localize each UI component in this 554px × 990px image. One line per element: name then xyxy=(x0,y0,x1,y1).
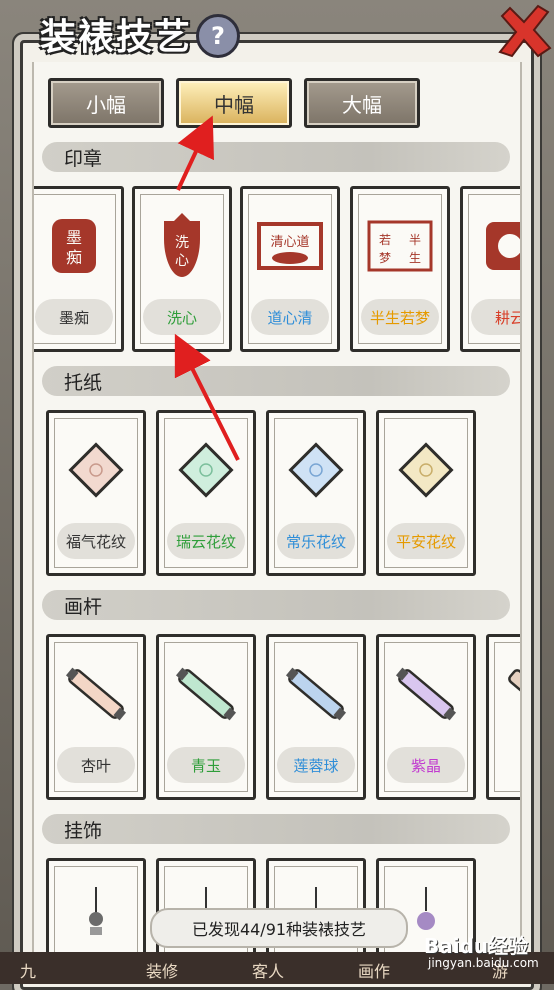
scroll-area[interactable]: 小幅 中幅 大幅 印章 墨痴 墨痴 洗心 洗心 清心道 道心清 若梦 半生 半生若… xyxy=(32,62,522,982)
tab-large[interactable]: 大幅 xyxy=(304,78,420,128)
rod-name: 莲蓉球 xyxy=(277,747,355,783)
seal-name: 半生若梦 xyxy=(361,299,439,335)
paper-name: 瑞云花纹 xyxy=(167,523,245,559)
nav-tab-guests[interactable]: 客人 xyxy=(252,958,284,982)
discovery-progress: 已发现44/91种装裱技艺 xyxy=(150,908,408,948)
size-tabs: 小幅 中幅 大幅 xyxy=(48,78,420,128)
scroll-rod-icon xyxy=(395,667,457,721)
question-icon: ? xyxy=(211,22,225,50)
seal-card[interactable]: 若梦 半生 半生若梦 xyxy=(350,186,450,352)
pattern-icon xyxy=(178,442,234,498)
scroll-rod-icon xyxy=(285,667,347,721)
nav-tab-decorate[interactable]: 装修 xyxy=(146,958,178,982)
tab-medium[interactable]: 中幅 xyxy=(176,78,292,128)
svg-text:若: 若 xyxy=(379,233,391,247)
rod-name: 青玉 xyxy=(167,747,245,783)
svg-text:心: 心 xyxy=(175,253,189,269)
rod-card[interactable]: 莲蓉球 xyxy=(266,634,366,800)
nav-tab-paintings[interactable]: 画作 xyxy=(358,958,390,982)
watermark-url: jingyan.baidu.com xyxy=(428,956,539,970)
watermark-brand: Baidu经验 xyxy=(424,934,529,958)
pendant-icon xyxy=(89,887,103,935)
seal-card[interactable]: 洗心 洗心 xyxy=(132,186,232,352)
paper-name: 平安花纹 xyxy=(387,523,465,559)
section-header-seals: 印章 xyxy=(42,142,510,172)
paper-card[interactable]: 常乐花纹 xyxy=(266,410,366,576)
seal-art-icon: 清心道 xyxy=(257,222,323,270)
pattern-icon xyxy=(68,442,124,498)
section-header-scroll-rods: 画杆 xyxy=(42,590,510,620)
seal-card[interactable]: 耕云 xyxy=(460,186,520,352)
nav-tab[interactable]: 九 xyxy=(20,958,36,982)
backing-paper-row[interactable]: 福气花纹 瑞云花纹 常乐花纹 平安花纹 xyxy=(34,410,520,582)
seal-card[interactable]: 墨痴 墨痴 xyxy=(34,186,124,352)
seal-art-icon: 洗心 xyxy=(164,213,200,277)
paper-card[interactable]: 瑞云花纹 xyxy=(156,410,256,576)
seals-row[interactable]: 墨痴 墨痴 洗心 洗心 清心道 道心清 若梦 半生 半生若梦 耕云 xyxy=(34,186,520,358)
svg-text:洗: 洗 xyxy=(175,235,189,251)
title-area: 装裱技艺 ? xyxy=(0,0,260,64)
paper-card[interactable]: 平安花纹 xyxy=(376,410,476,576)
section-header-pendants: 挂饰 xyxy=(42,814,510,844)
seal-name: 洗心 xyxy=(143,299,221,335)
scroll-rod-icon xyxy=(508,669,520,719)
scroll-rod-icon xyxy=(175,667,237,721)
rod-name: 紫晶 xyxy=(387,747,465,783)
svg-text:痴: 痴 xyxy=(66,248,82,267)
svg-text:生: 生 xyxy=(409,251,421,265)
svg-text:墨: 墨 xyxy=(66,228,82,247)
rod-card[interactable]: 青玉 xyxy=(156,634,256,800)
paper-name: 常乐花纹 xyxy=(277,523,355,559)
rod-name: 杏叶 xyxy=(57,747,135,783)
section-header-backing-paper: 托纸 xyxy=(42,366,510,396)
seal-art-icon: 墨痴 xyxy=(52,219,96,273)
tab-small[interactable]: 小幅 xyxy=(48,78,164,128)
seal-art-icon xyxy=(486,222,520,270)
page-title: 装裱技艺 xyxy=(40,17,193,58)
seal-art-icon: 若梦 半生 xyxy=(367,220,433,272)
seal-name: 耕云 xyxy=(471,299,520,335)
svg-text:清心道: 清心道 xyxy=(270,235,309,250)
seal-card[interactable]: 清心道 道心清 xyxy=(240,186,340,352)
paper-name: 福气花纹 xyxy=(57,523,135,559)
pattern-icon xyxy=(288,442,344,498)
svg-text:梦: 梦 xyxy=(379,251,391,265)
paper-card[interactable]: 福气花纹 xyxy=(46,410,146,576)
scroll-rod-icon xyxy=(65,667,127,721)
scroll-rods-row[interactable]: 杏叶 青玉 莲蓉球 紫晶 xyxy=(34,634,520,806)
rod-card[interactable]: 杏叶 xyxy=(46,634,146,800)
svg-text:半: 半 xyxy=(409,233,421,247)
seal-name: 道心清 xyxy=(251,299,329,335)
help-button[interactable]: ? xyxy=(196,14,240,58)
close-icon[interactable] xyxy=(494,2,554,62)
rod-card[interactable]: 紫晶 xyxy=(376,634,476,800)
rod-card[interactable] xyxy=(486,634,520,800)
pattern-icon xyxy=(398,442,454,498)
seal-name: 墨痴 xyxy=(35,299,113,335)
